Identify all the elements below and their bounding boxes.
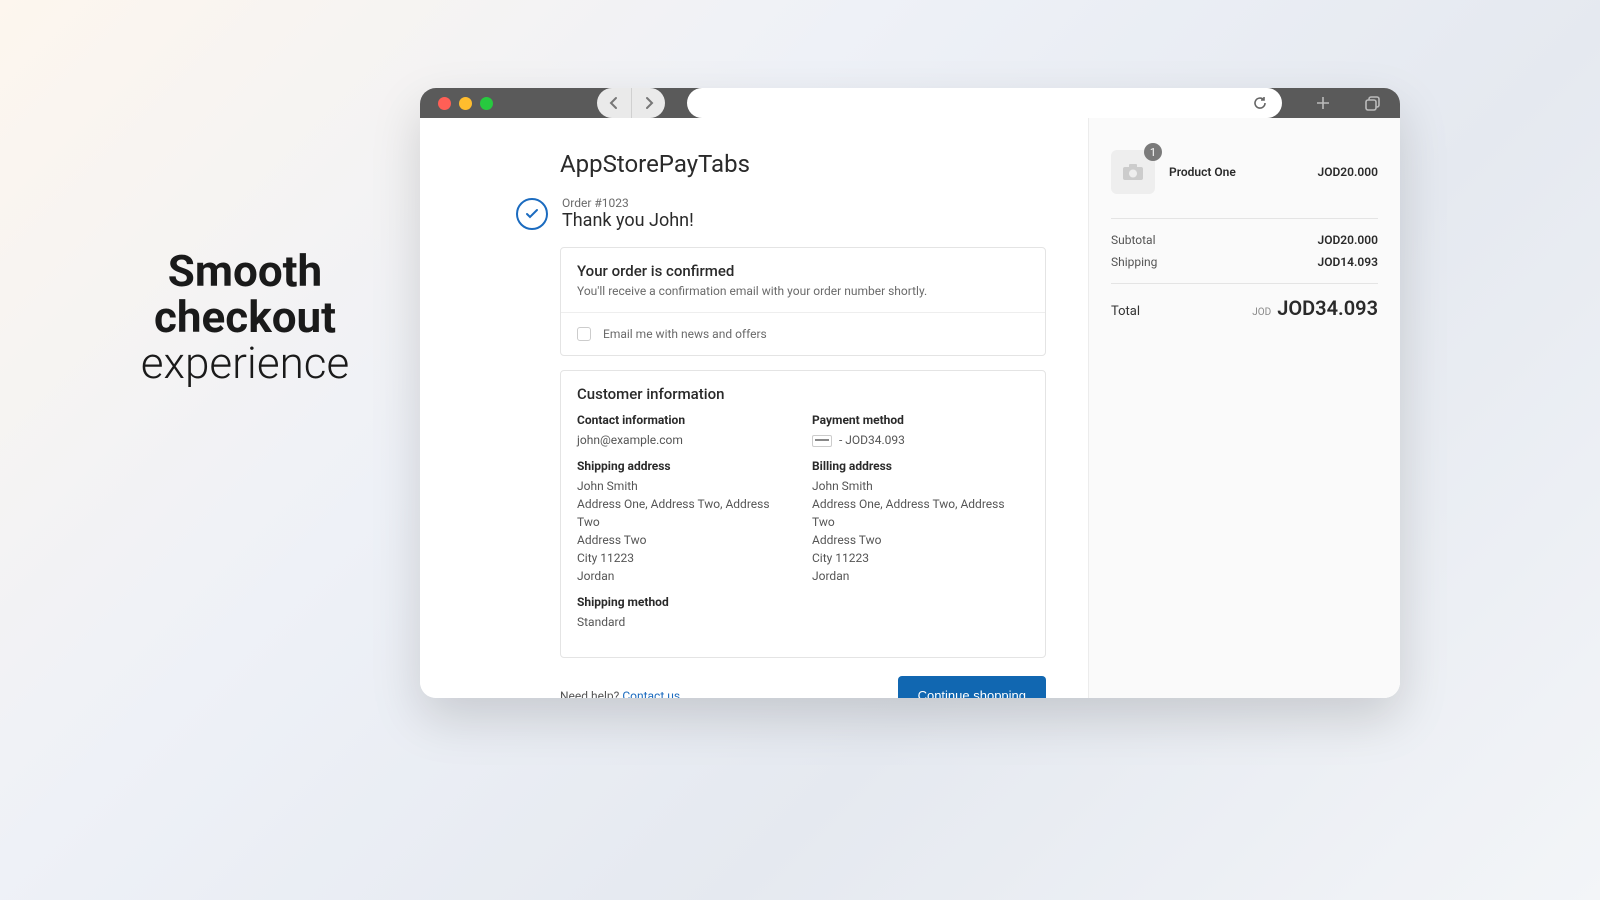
shipping-method: Standard (577, 613, 794, 631)
shipping-row: ShippingJOD14.093 (1111, 251, 1378, 273)
payment-method: - JOD34.093 (812, 431, 1029, 449)
new-tab-icon[interactable] (1314, 94, 1332, 112)
browser-window: AppStorePayTabs Order #1023 Thank you Jo… (420, 88, 1400, 698)
order-summary-sidebar: 1 Product One JOD20.000 SubtotalJOD20.00… (1088, 118, 1400, 698)
confirmed-title: Your order is confirmed (577, 262, 1029, 280)
product-thumbnail: 1 (1111, 150, 1155, 194)
promo-line1: Smooth (95, 248, 395, 294)
store-name: AppStorePayTabs (560, 150, 1046, 178)
checkout-main: AppStorePayTabs Order #1023 Thank you Jo… (420, 118, 1088, 698)
shipping-address: John Smith Address One, Address Two, Add… (577, 477, 794, 585)
camera-icon (1123, 164, 1143, 180)
divider (1111, 218, 1378, 219)
thank-you-text: Thank you John! (562, 210, 694, 231)
shipping-method-heading: Shipping method (577, 595, 794, 609)
continue-shopping-button[interactable]: Continue shopping (898, 676, 1046, 698)
shipping-address-heading: Shipping address (577, 459, 794, 473)
product-price: JOD20.000 (1318, 165, 1378, 179)
customer-info-card: Customer information Contact information… (560, 370, 1046, 658)
help-text: Need help? Contact us (560, 689, 680, 699)
nav-buttons (597, 88, 665, 118)
checkmark-icon (516, 198, 548, 230)
back-button[interactable] (597, 88, 631, 118)
order-number: Order #1023 (562, 196, 694, 210)
footer-row: Need help? Contact us Continue shopping (560, 676, 1046, 698)
tabs-icon[interactable] (1364, 94, 1382, 112)
minimize-icon[interactable] (459, 97, 472, 110)
forward-button[interactable] (631, 88, 665, 118)
reload-icon[interactable] (1252, 95, 1268, 111)
subtotal-row: SubtotalJOD20.000 (1111, 229, 1378, 251)
email-opt-in-checkbox[interactable] (577, 327, 591, 341)
contact-heading: Contact information (577, 413, 794, 427)
maximize-icon[interactable] (480, 97, 493, 110)
customer-info-heading: Customer information (577, 385, 1029, 403)
cart-item: 1 Product One JOD20.000 (1111, 150, 1378, 194)
contact-email: john@example.com (577, 431, 794, 449)
qty-badge: 1 (1144, 143, 1162, 161)
promo-caption: Smooth checkout experience (95, 248, 395, 387)
window-controls (438, 97, 493, 110)
confirmed-subtitle: You'll receive a confirmation email with… (577, 284, 1029, 298)
contact-us-link[interactable]: Contact us (622, 689, 680, 699)
browser-titlebar (420, 88, 1400, 118)
order-header: Order #1023 Thank you John! (516, 196, 1046, 231)
promo-line3: experience (95, 340, 395, 386)
total-row: Total JODJOD34.093 (1111, 296, 1378, 320)
page-content: AppStorePayTabs Order #1023 Thank you Jo… (420, 118, 1400, 698)
url-bar[interactable] (687, 88, 1282, 118)
promo-line2: checkout (95, 294, 395, 340)
divider (1111, 283, 1378, 284)
billing-address-heading: Billing address (812, 459, 1029, 473)
card-icon (812, 435, 832, 447)
payment-heading: Payment method (812, 413, 1029, 427)
close-icon[interactable] (438, 97, 451, 110)
email-opt-in-label: Email me with news and offers (603, 327, 767, 341)
product-name: Product One (1169, 165, 1304, 179)
billing-address: John Smith Address One, Address Two, Add… (812, 477, 1029, 585)
confirmation-card: Your order is confirmed You'll receive a… (560, 247, 1046, 356)
